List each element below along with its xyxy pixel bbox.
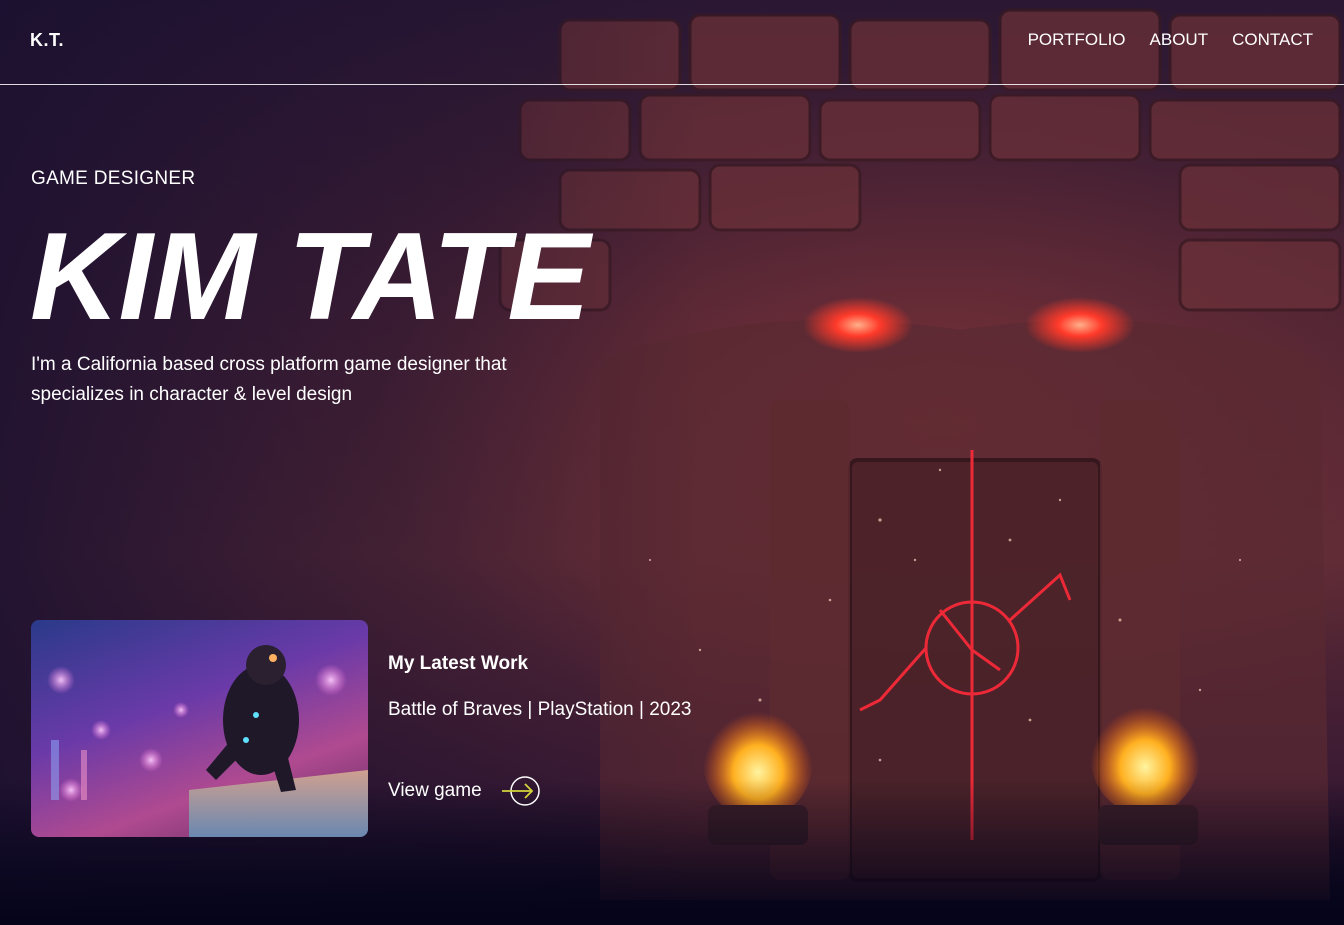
hero-description: I'm a California based cross platform ga…: [31, 354, 507, 405]
hero-title: KIM TATE: [30, 208, 590, 346]
logo[interactable]: K.T.: [30, 30, 64, 51]
game-artwork-image: [47, 645, 368, 837]
nav-link-about[interactable]: ABOUT: [1150, 30, 1209, 50]
top-nav: K.T. PORTFOLIO ABOUT CONTACT: [0, 0, 1344, 85]
hero-eyebrow: GAME DESIGNER: [31, 168, 196, 189]
latest-work-meta: Battle of Braves | PlayStation | 2023: [388, 699, 692, 720]
latest-work-thumbnail[interactable]: [31, 620, 368, 837]
latest-work-heading: My Latest Work: [388, 653, 529, 674]
arrow-right-circle-icon: [501, 776, 540, 806]
view-game-label: View game: [388, 780, 482, 801]
nav-link-contact[interactable]: CONTACT: [1232, 30, 1313, 50]
view-game-link[interactable]: View game: [388, 774, 542, 808]
nav-link-portfolio[interactable]: PORTFOLIO: [1028, 30, 1126, 50]
page: K.T. PORTFOLIO ABOUT CONTACT GAME DESIGN…: [0, 0, 1344, 925]
nav-links: PORTFOLIO ABOUT CONTACT: [1028, 30, 1313, 50]
